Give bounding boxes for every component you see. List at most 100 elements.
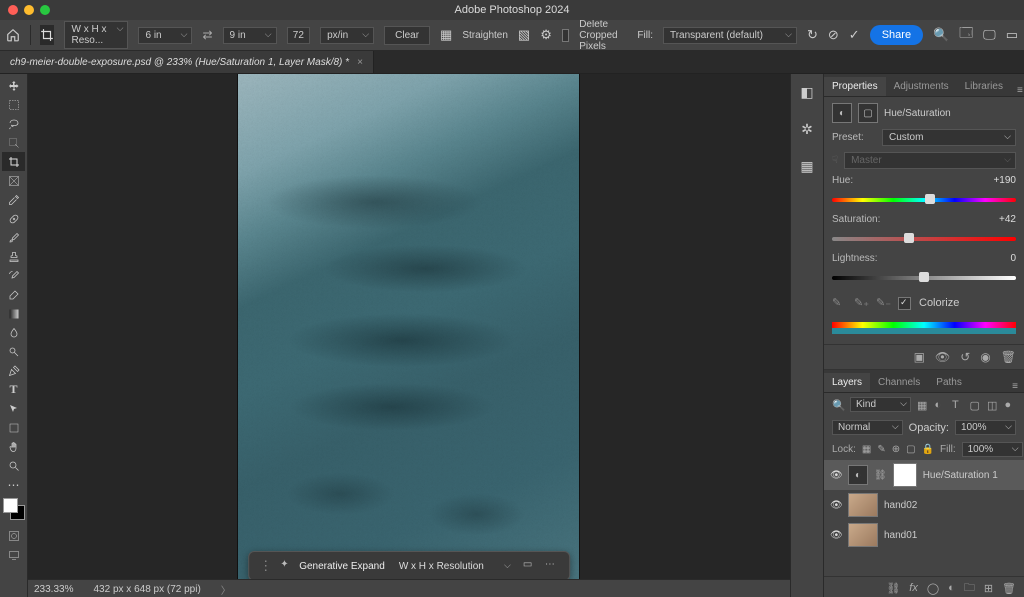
doc-dimensions[interactable]: 432 px x 648 px (72 ppi) <box>93 584 200 595</box>
saturation-slider[interactable] <box>832 232 1016 246</box>
workspace-icon[interactable]: 🗔 <box>959 27 973 43</box>
filter-pixel-icon[interactable]: ▦ <box>917 399 929 411</box>
history-brush-tool[interactable] <box>2 266 25 285</box>
document-tab[interactable]: ch9-meier-double-exposure.psd @ 233% (Hu… <box>0 51 374 73</box>
opacity-field[interactable]: 100% <box>955 420 1016 435</box>
zoom-tool[interactable] <box>2 456 25 475</box>
screen-mode-toggle[interactable] <box>2 545 25 564</box>
lasso-tool[interactable] <box>2 114 25 133</box>
hand-tool[interactable] <box>2 437 25 456</box>
crop-options-icon[interactable]: ▧ <box>518 27 530 43</box>
new-layer-icon[interactable]: ⊞ <box>984 582 993 595</box>
filter-type-dropdown[interactable]: Kind <box>850 397 911 412</box>
arrange-icon[interactable]: ▭ <box>1006 27 1018 43</box>
healing-tool[interactable] <box>2 209 25 228</box>
close-tab-icon[interactable]: × <box>357 57 363 68</box>
drag-handle-icon[interactable]: ⋮ <box>259 558 272 574</box>
path-tool[interactable] <box>2 399 25 418</box>
clip-to-layer-icon[interactable]: ▣ <box>914 350 925 364</box>
resolution-field[interactable]: 72 <box>287 27 311 44</box>
add-mask-icon[interactable]: ◯ <box>927 582 939 595</box>
tab-libraries[interactable]: Libraries <box>957 77 1011 96</box>
eyedropper-tool[interactable] <box>2 190 25 209</box>
context-preset-dropdown[interactable]: W x H x Resolution <box>393 559 515 574</box>
filter-adjust-icon[interactable]: ◐ <box>935 399 947 411</box>
resolution-unit-dropdown[interactable]: px/in <box>320 27 374 44</box>
type-tool[interactable]: T <box>2 380 25 399</box>
colorize-checkbox[interactable] <box>898 297 911 310</box>
fill-dropdown[interactable]: Transparent (default) <box>663 27 797 44</box>
lock-all-icon[interactable]: 🔒 <box>922 444 934 455</box>
visibility-toggle[interactable]: 👁 <box>830 470 842 481</box>
gradients-panel-icon[interactable]: ▦ <box>800 158 813 175</box>
visibility-toggle[interactable]: 👁 <box>830 500 842 511</box>
reset-adjustment-icon[interactable]: ↺ <box>960 350 970 364</box>
preset-dropdown[interactable]: Custom <box>882 129 1016 146</box>
hue-value[interactable]: +190 <box>976 175 1016 186</box>
delete-cropped-checkbox[interactable] <box>562 29 569 42</box>
new-group-icon[interactable]: 🗀 <box>964 579 975 597</box>
blur-tool[interactable] <box>2 323 25 342</box>
crop-tool-indicator[interactable] <box>40 25 54 45</box>
link-layers-icon[interactable]: ⛓ <box>886 582 900 595</box>
search-icon[interactable]: 🔍 <box>933 27 949 43</box>
quick-mask-toggle[interactable] <box>2 526 25 545</box>
cloud-docs-icon[interactable]: 🖵 <box>983 27 996 43</box>
layer-row[interactable]: 👁 hand01 <box>824 520 1024 550</box>
layer-name[interactable]: Hue/Saturation 1 <box>923 470 998 481</box>
share-button[interactable]: Share <box>870 25 923 45</box>
home-button[interactable] <box>6 26 20 44</box>
new-adjustment-icon[interactable]: ◐ <box>948 582 955 594</box>
filter-shape-icon[interactable]: ▢ <box>970 399 982 411</box>
layer-row[interactable]: 👁 hand02 <box>824 490 1024 520</box>
swatches-panel-icon[interactable]: ✲ <box>801 121 813 138</box>
delete-layer-icon[interactable]: 🗑 <box>1002 582 1016 595</box>
layer-name[interactable]: hand02 <box>884 500 917 511</box>
edit-toolbar[interactable]: ⋯ <box>2 475 25 494</box>
lightness-value[interactable]: 0 <box>976 253 1016 264</box>
lock-pixels-icon[interactable]: ✎ <box>877 444 885 455</box>
gradient-tool[interactable] <box>2 304 25 323</box>
link-icon[interactable]: ⛓ <box>874 470 887 481</box>
lock-position-icon[interactable]: ⊕ <box>892 444 900 455</box>
crop-preset-dropdown[interactable]: W x H x Reso... <box>64 21 128 49</box>
saturation-value[interactable]: +42 <box>976 214 1016 225</box>
filter-toggle-icon[interactable]: ● <box>1005 399 1017 411</box>
pen-tool[interactable] <box>2 361 25 380</box>
layer-name[interactable]: hand01 <box>884 530 917 541</box>
cancel-icon[interactable]: ⊘ <box>828 27 839 43</box>
fill-field[interactable]: 100% <box>962 442 1023 457</box>
filter-smart-icon[interactable]: ◫ <box>987 399 999 411</box>
crop-tool[interactable] <box>2 152 25 171</box>
visibility-toggle[interactable]: 👁 <box>830 530 842 541</box>
lightness-slider[interactable] <box>832 271 1016 285</box>
canvas-area[interactable]: ⋮ ✦ Generative Expand W x H x Resolution… <box>28 74 790 597</box>
target-adjust-icon[interactable]: ☟ <box>832 155 838 166</box>
delete-adjustment-icon[interactable]: 🗑 <box>1001 350 1016 364</box>
brush-tool[interactable] <box>2 228 25 247</box>
reset-icon[interactable]: ↻ <box>807 27 818 43</box>
stamp-tool[interactable] <box>2 247 25 266</box>
layer-mask-thumb[interactable] <box>893 463 917 487</box>
layer-fx-icon[interactable]: fx <box>909 582 918 594</box>
hue-slider[interactable] <box>832 193 1016 207</box>
swap-dimensions-button[interactable]: ⇄ <box>202 28 212 42</box>
mask-icon[interactable]: ▢ <box>858 103 878 123</box>
view-previous-icon[interactable]: 👁 <box>935 350 950 364</box>
panel-menu-icon[interactable]: ≡ <box>1011 85 1024 96</box>
toggle-visibility-icon[interactable]: ◉ <box>980 350 990 364</box>
zoom-level[interactable]: 233.33% <box>34 584 73 595</box>
selection-tool[interactable] <box>2 133 25 152</box>
color-swatches[interactable] <box>3 498 25 520</box>
move-tool[interactable] <box>2 76 25 95</box>
filter-type-icon[interactable]: T <box>952 399 964 411</box>
settings-gear-icon[interactable]: ⚙ <box>540 27 552 43</box>
shape-tool[interactable] <box>2 418 25 437</box>
frame-tool[interactable] <box>2 171 25 190</box>
lock-artboard-icon[interactable]: ▢ <box>906 444 915 455</box>
tab-layers[interactable]: Layers <box>824 373 870 392</box>
filter-search-icon[interactable]: 🔍 <box>832 399 844 411</box>
eraser-tool[interactable] <box>2 285 25 304</box>
generative-expand-button[interactable]: ✦ Generative Expand <box>280 559 385 573</box>
marquee-tool[interactable] <box>2 95 25 114</box>
